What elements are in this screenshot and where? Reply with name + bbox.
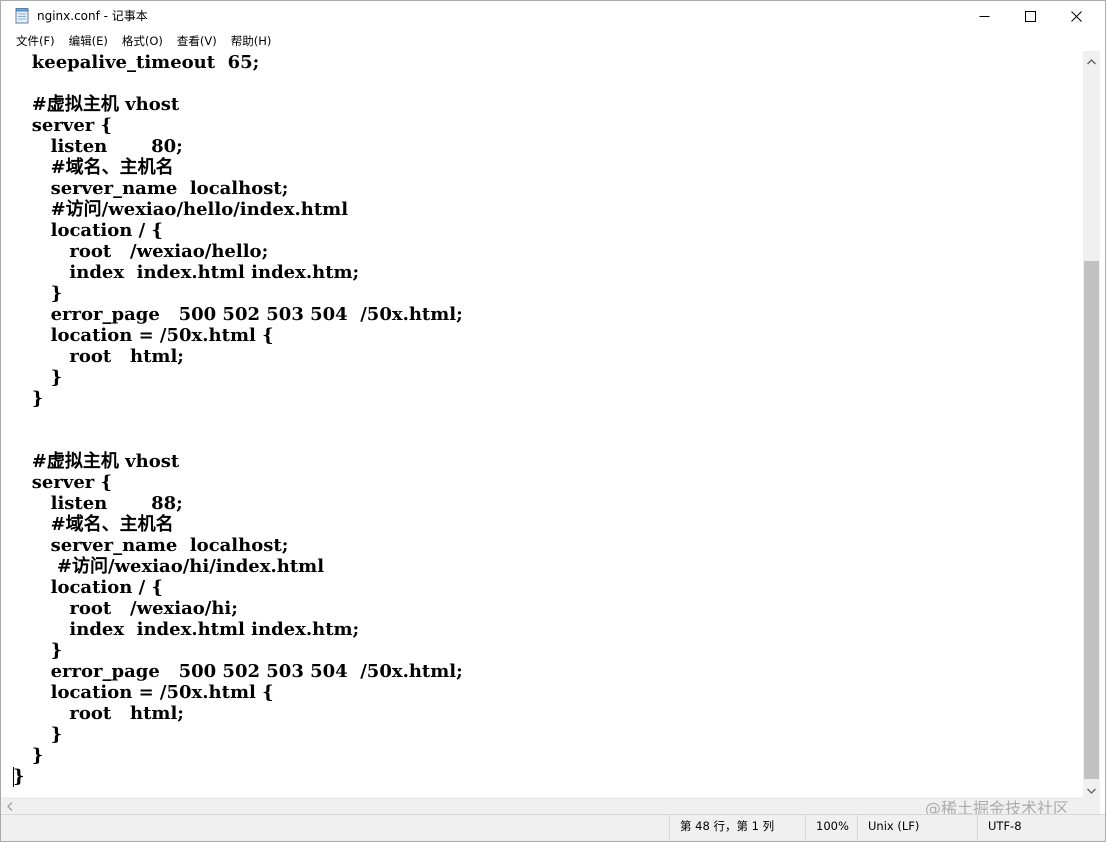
text-editor-area[interactable]: keepalive_timeout 65; #虚拟主机 vhost server…	[1, 51, 1083, 797]
code-line[interactable]	[13, 787, 463, 797]
scroll-left-arrow-icon	[6, 796, 13, 815]
scroll-up-arrow-icon	[1087, 50, 1096, 69]
menu-view[interactable]: 查看(V)	[177, 31, 217, 51]
vertical-scrollbar[interactable]	[1083, 51, 1100, 797]
notepad-app-icon	[15, 8, 29, 24]
code-line[interactable]: index index.html index.htm;	[13, 619, 463, 640]
close-icon	[1070, 10, 1082, 22]
code-line[interactable]: location / {	[13, 220, 463, 241]
maximize-icon	[1024, 10, 1036, 22]
notepad-window: nginx.conf - 记事本 文件(F) 编辑(E) 格式(O) 查看(V)…	[0, 0, 1106, 842]
code-line[interactable]: #访问/wexiao/hi/index.html	[13, 556, 463, 577]
code-line[interactable]: }	[13, 766, 463, 787]
editor-content[interactable]: keepalive_timeout 65; #虚拟主机 vhost server…	[13, 52, 463, 797]
zoom-level: 100%	[805, 815, 857, 841]
maximize-button[interactable]	[1007, 1, 1053, 31]
code-line[interactable]: root /wexiao/hi;	[13, 598, 463, 619]
code-line[interactable]: }	[13, 367, 463, 388]
code-line[interactable]: location = /50x.html {	[13, 682, 463, 703]
cursor-position: 第 48 行，第 1 列	[669, 815, 805, 841]
close-button[interactable]	[1053, 1, 1099, 31]
menu-edit[interactable]: 编辑(E)	[69, 31, 108, 51]
encoding: UTF-8	[977, 815, 1105, 841]
code-line[interactable]: location = /50x.html {	[13, 325, 463, 346]
menu-bar: 文件(F) 编辑(E) 格式(O) 查看(V) 帮助(H)	[1, 31, 1105, 51]
code-line[interactable]: index index.html index.htm;	[13, 262, 463, 283]
scroll-up-button[interactable]	[1083, 51, 1100, 68]
menu-help[interactable]: 帮助(H)	[231, 31, 272, 51]
code-line[interactable]: server_name localhost;	[13, 535, 463, 556]
code-line[interactable]: }	[13, 388, 463, 409]
code-line[interactable]	[13, 73, 463, 94]
code-line[interactable]	[13, 409, 463, 430]
scrollbar-corner	[1083, 797, 1100, 814]
code-line[interactable]: location / {	[13, 577, 463, 598]
code-line[interactable]: #域名、主机名	[13, 157, 463, 178]
code-line[interactable]: root /wexiao/hello;	[13, 241, 463, 262]
minimize-icon	[979, 11, 990, 22]
minimize-button[interactable]	[961, 1, 1007, 31]
code-line[interactable]: #虚拟主机 vhost	[13, 451, 463, 472]
code-line[interactable]: #虚拟主机 vhost	[13, 94, 463, 115]
scroll-left-button[interactable]	[1, 797, 18, 814]
code-line[interactable]: #域名、主机名	[13, 514, 463, 535]
text-caret	[13, 767, 14, 787]
code-line[interactable]: }	[13, 724, 463, 745]
code-line[interactable]: error_page 500 502 503 504 /50x.html;	[13, 661, 463, 682]
menu-file[interactable]: 文件(F)	[16, 31, 55, 51]
code-line[interactable]: listen 88;	[13, 493, 463, 514]
line-ending: Unix (LF)	[857, 815, 977, 841]
code-line[interactable]: server_name localhost;	[13, 178, 463, 199]
horizontal-scrollbar[interactable]	[1, 797, 1083, 814]
code-line[interactable]: }	[13, 283, 463, 304]
title-bar[interactable]: nginx.conf - 记事本	[1, 1, 1105, 31]
code-line[interactable]: #访问/wexiao/hello/index.html	[13, 199, 463, 220]
code-line[interactable]: server {	[13, 472, 463, 493]
vertical-scroll-thumb[interactable]	[1084, 261, 1099, 779]
code-line[interactable]: listen 80;	[13, 136, 463, 157]
scroll-down-button[interactable]	[1083, 780, 1100, 797]
scroll-down-arrow-icon	[1087, 779, 1096, 798]
code-line[interactable]: keepalive_timeout 65;	[13, 52, 463, 73]
code-line[interactable]: }	[13, 640, 463, 661]
menu-format[interactable]: 格式(O)	[122, 31, 163, 51]
code-line[interactable]: server {	[13, 115, 463, 136]
code-line[interactable]: root html;	[13, 703, 463, 724]
code-line[interactable]: error_page 500 502 503 504 /50x.html;	[13, 304, 463, 325]
code-line[interactable]: root html;	[13, 346, 463, 367]
status-bar: 第 48 行，第 1 列 100% Unix (LF) UTF-8	[1, 814, 1105, 841]
window-title: nginx.conf - 记事本	[37, 9, 148, 23]
code-line[interactable]: }	[13, 745, 463, 766]
code-line[interactable]	[13, 430, 463, 451]
